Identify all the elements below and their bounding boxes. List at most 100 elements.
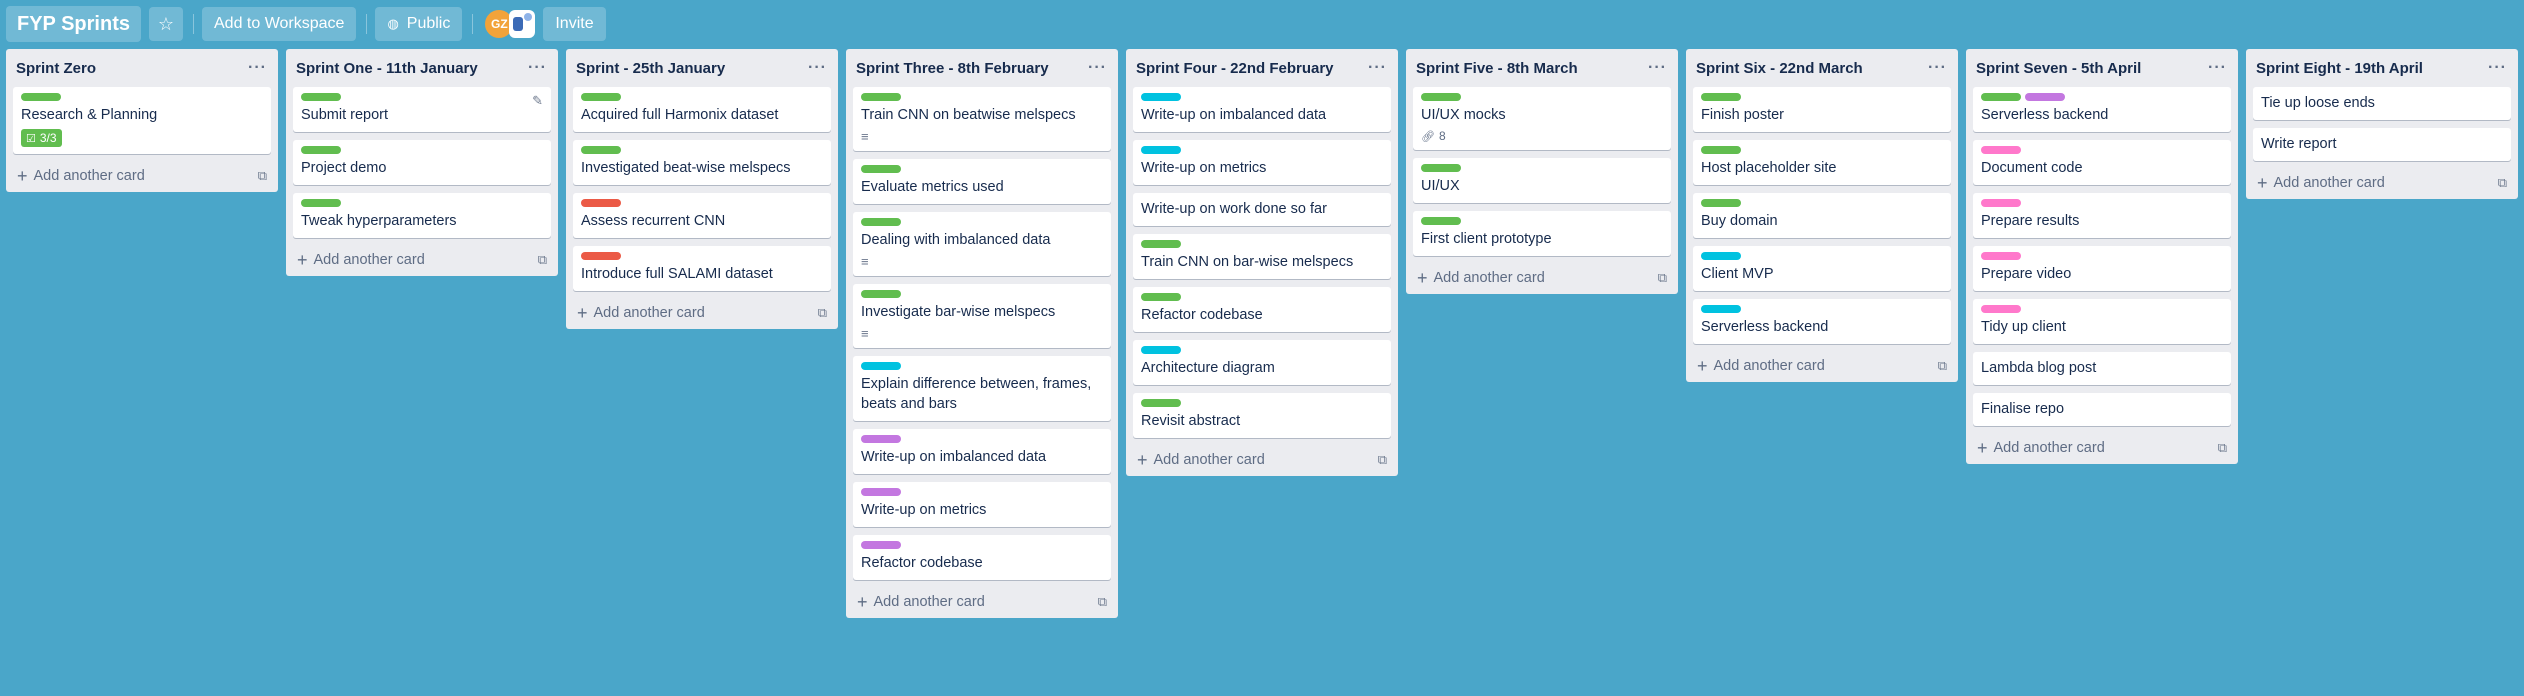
card[interactable]: Finish poster (1693, 87, 1951, 132)
card[interactable]: Research & Planning ☑ 3/3 (13, 87, 271, 154)
invite-button[interactable]: Invite (543, 7, 606, 41)
list-title[interactable]: Sprint Zero (16, 60, 96, 77)
card[interactable]: Train CNN on beatwise melspecs ≡ (853, 87, 1111, 151)
card[interactable]: Write-up on metrics (1133, 140, 1391, 185)
label-blue[interactable] (1141, 146, 1181, 154)
board-title[interactable]: FYP Sprints (6, 6, 141, 42)
card[interactable]: Tie up loose ends (2253, 87, 2511, 120)
card[interactable]: Document code (1973, 140, 2231, 185)
card-template-icon[interactable]: ⧉ (1938, 358, 1947, 374)
card[interactable]: Revisit abstract (1133, 393, 1391, 438)
label-green[interactable] (1141, 293, 1181, 301)
label-blue[interactable] (1141, 346, 1181, 354)
card[interactable]: Prepare results (1973, 193, 2231, 238)
label-blue[interactable] (1701, 305, 1741, 313)
card[interactable]: UI/UX mocks 🔗︎ 8 (1413, 87, 1671, 150)
card[interactable]: Prepare video (1973, 246, 2231, 291)
card[interactable]: Evaluate metrics used (853, 159, 1111, 204)
label-green[interactable] (1981, 93, 2021, 101)
label-green[interactable] (581, 146, 621, 154)
list-menu-icon[interactable]: ··· (1648, 60, 1667, 76)
list-title[interactable]: Sprint Six - 22nd March (1696, 60, 1863, 77)
list-title[interactable]: Sprint Seven - 5th April (1976, 60, 2141, 77)
label-green[interactable] (1701, 93, 1741, 101)
card[interactable]: Host placeholder site (1693, 140, 1951, 185)
add-card-button[interactable]: + Add another card ⧉ (853, 588, 1111, 611)
label-pink[interactable] (1981, 252, 2021, 260)
label-pink[interactable] (1981, 305, 2021, 313)
label-purple[interactable] (861, 435, 901, 443)
card[interactable]: Lambda blog post (1973, 352, 2231, 385)
list-menu-icon[interactable]: ··· (808, 60, 827, 76)
card-template-icon[interactable]: ⧉ (1658, 270, 1667, 286)
pencil-icon[interactable]: ✎ (532, 93, 543, 109)
add-card-button[interactable]: + Add another card ⧉ (573, 299, 831, 322)
card[interactable]: Serverless backend (1693, 299, 1951, 344)
label-green[interactable] (1141, 399, 1181, 407)
card[interactable]: Train CNN on bar-wise melspecs (1133, 234, 1391, 279)
label-green[interactable] (1421, 164, 1461, 172)
visibility-button[interactable]: ◍ Public (375, 7, 463, 41)
card[interactable]: Refactor codebase (853, 535, 1111, 580)
label-green[interactable] (1701, 146, 1741, 154)
label-red[interactable] (581, 252, 621, 260)
star-button[interactable]: ☆ (149, 7, 183, 41)
avatar[interactable] (509, 10, 536, 38)
card[interactable]: Introduce full SALAMI dataset (573, 246, 831, 291)
card[interactable]: Write-up on work done so far (1133, 193, 1391, 226)
list-menu-icon[interactable]: ··· (1368, 60, 1387, 76)
card[interactable]: Buy domain (1693, 193, 1951, 238)
label-blue[interactable] (1701, 252, 1741, 260)
card[interactable]: Assess recurrent CNN (573, 193, 831, 238)
label-pink[interactable] (1981, 146, 2021, 154)
label-purple[interactable] (861, 541, 901, 549)
card-template-icon[interactable]: ⧉ (1098, 594, 1107, 610)
add-card-button[interactable]: + Add another card ⧉ (1693, 352, 1951, 375)
card-template-icon[interactable]: ⧉ (1378, 452, 1387, 468)
card[interactable]: Submit report ✎ (293, 87, 551, 132)
add-card-button[interactable]: + Add another card ⧉ (1413, 264, 1671, 287)
label-green[interactable] (301, 199, 341, 207)
card-template-icon[interactable]: ⧉ (818, 305, 827, 321)
card-template-icon[interactable]: ⧉ (2498, 175, 2507, 191)
card[interactable]: Acquired full Harmonix dataset (573, 87, 831, 132)
label-green[interactable] (861, 290, 901, 298)
card[interactable]: Write report (2253, 128, 2511, 161)
list-menu-icon[interactable]: ··· (2488, 60, 2507, 76)
card[interactable]: First client prototype (1413, 211, 1671, 256)
card-template-icon[interactable]: ⧉ (2218, 440, 2227, 456)
label-green[interactable] (301, 146, 341, 154)
card[interactable]: Write-up on imbalanced data (1133, 87, 1391, 132)
card[interactable]: UI/UX (1413, 158, 1671, 203)
card[interactable]: Investigated beat-wise melspecs (573, 140, 831, 185)
label-green[interactable] (1421, 93, 1461, 101)
add-card-button[interactable]: + Add another card ⧉ (2253, 169, 2511, 192)
label-blue[interactable] (861, 362, 901, 370)
label-green[interactable] (1141, 240, 1181, 248)
card[interactable]: Architecture diagram (1133, 340, 1391, 385)
label-purple[interactable] (861, 488, 901, 496)
card-template-icon[interactable]: ⧉ (538, 252, 547, 268)
card[interactable]: Project demo (293, 140, 551, 185)
label-green[interactable] (301, 93, 341, 101)
label-pink[interactable] (1981, 199, 2021, 207)
card[interactable]: Refactor codebase (1133, 287, 1391, 332)
add-card-button[interactable]: + Add another card ⧉ (13, 162, 271, 185)
add-card-button[interactable]: + Add another card ⧉ (293, 246, 551, 269)
list-title[interactable]: Sprint - 25th January (576, 60, 725, 77)
card[interactable]: Investigate bar-wise melspecs ≡ (853, 284, 1111, 348)
label-blue[interactable] (1141, 93, 1181, 101)
list-title[interactable]: Sprint Four - 22nd February (1136, 60, 1334, 77)
label-purple[interactable] (2025, 93, 2065, 101)
card[interactable]: Explain difference between, frames, beat… (853, 356, 1111, 421)
add-to-workspace-button[interactable]: Add to Workspace (202, 7, 357, 41)
card[interactable]: Tidy up client (1973, 299, 2231, 344)
list-menu-icon[interactable]: ··· (248, 60, 267, 76)
list-title[interactable]: Sprint Five - 8th March (1416, 60, 1578, 77)
card[interactable]: Finalise repo (1973, 393, 2231, 426)
label-red[interactable] (581, 199, 621, 207)
card[interactable]: Write-up on imbalanced data (853, 429, 1111, 474)
list-menu-icon[interactable]: ··· (528, 60, 547, 76)
list-menu-icon[interactable]: ··· (2208, 60, 2227, 76)
label-green[interactable] (1701, 199, 1741, 207)
